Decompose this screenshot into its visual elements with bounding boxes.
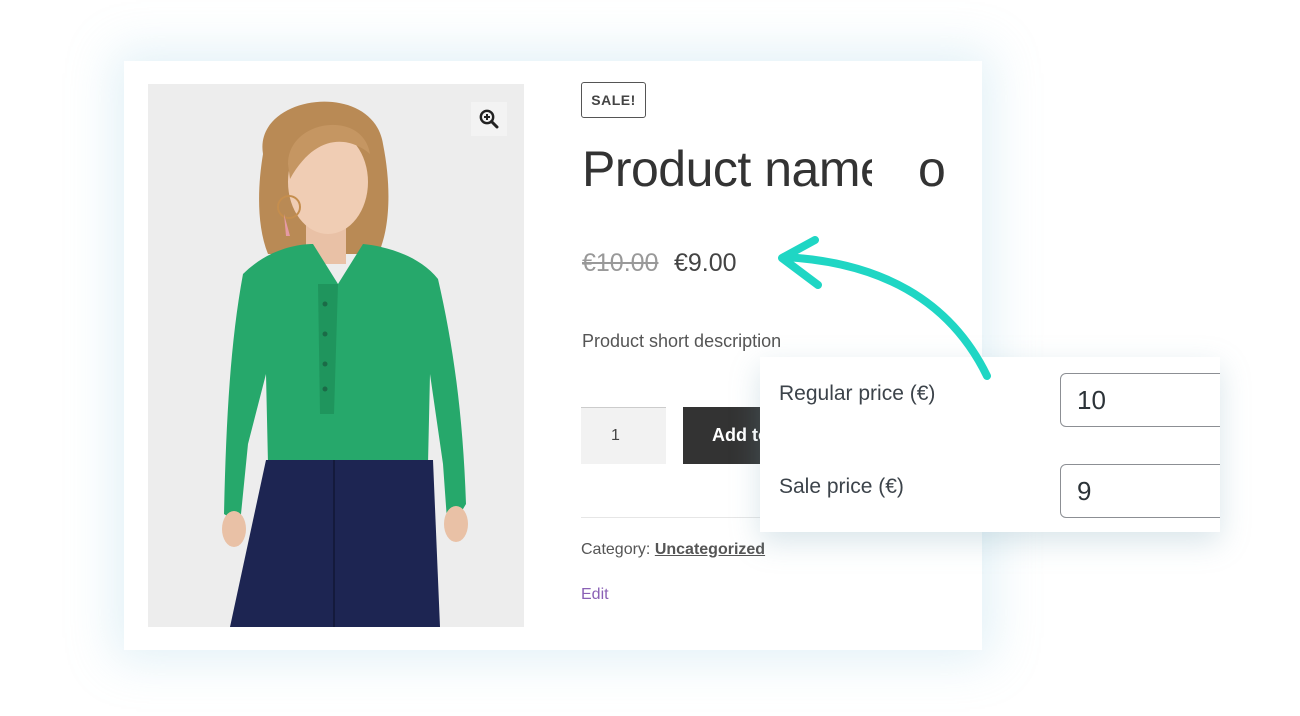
- curved-arrow-icon: [778, 236, 991, 380]
